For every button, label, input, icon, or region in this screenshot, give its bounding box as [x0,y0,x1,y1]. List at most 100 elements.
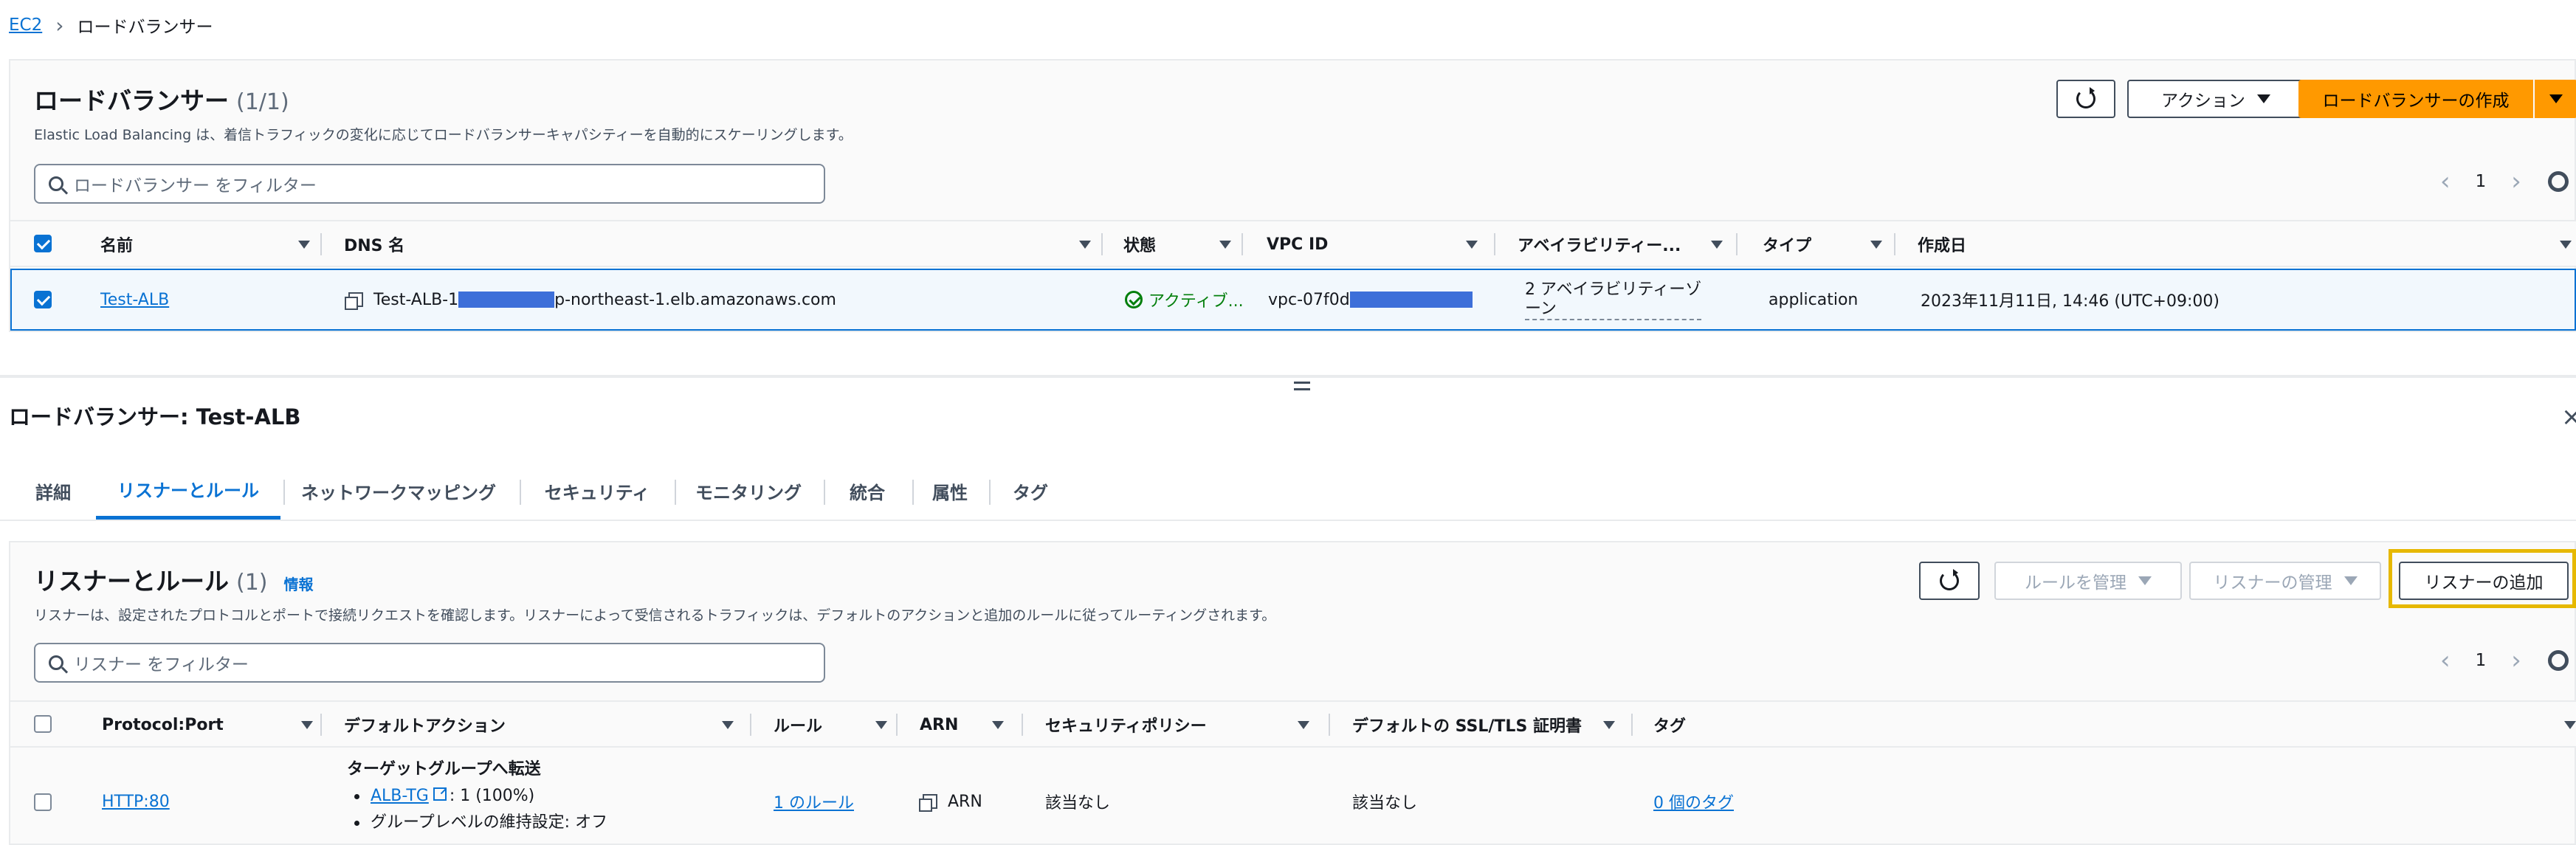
listener-link[interactable]: HTTP:80 [102,793,170,811]
next-page-icon[interactable]: › [2511,167,2521,196]
close-icon[interactable]: × [2561,402,2576,432]
sort-icon [1079,240,1091,249]
page-number[interactable]: 1 [2476,651,2487,670]
lb-description: Elastic Load Balancing は、着信トラフィックの変化に応じて… [34,127,853,143]
default-action-cell: ターゲットグループへ転送 ALB-TG: 1 (100%) グループレベルの維持… [347,756,607,836]
listeners-panel: リスナーとルール (1) 情報 リスナーは、設定されたプロトコルとポートで接続リ… [9,541,2576,845]
lb-table-header: 名前 DNS 名 状態 VPC ID アベイラビリティー... タイプ 作成日 [10,220,2576,267]
actions-label: アクション [2161,92,2245,111]
listeners-description: リスナーは、設定されたプロトコルとポートで接続リクエストを確認します。リスナーに… [34,607,1276,624]
col-name[interactable]: 名前 [100,221,310,267]
state-cell: アクティブ... [1125,270,1244,329]
col-state[interactable]: 状態 [1123,221,1231,267]
az-cell[interactable]: 2 アベイラビリティーゾ ーン [1525,280,1702,320]
tab-integrations[interactable]: 統合 [833,462,902,520]
next-page-icon[interactable]: › [2511,646,2521,675]
caret-down-icon [2343,576,2358,585]
actions-button[interactable]: アクション [2127,80,2304,118]
manage-listener-button[interactable]: リスナーの管理 [2189,562,2381,600]
vpc-cell: vpc-07f0d [1268,270,1473,329]
policy-cell: 該当なし [1045,794,1111,813]
target-group-link[interactable]: ALB-TG [371,787,429,805]
gear-icon[interactable] [2548,650,2569,671]
sort-icon [1711,240,1723,249]
split-panel-divider[interactable] [0,375,2576,378]
tab-tags[interactable]: タグ [1001,462,1060,520]
status-success-icon [1125,291,1143,308]
lb-filter-input[interactable]: ロードバランサー をフィルター [34,164,825,204]
col-type[interactable]: タイプ [1763,221,1882,267]
row-checkbox[interactable] [34,793,52,811]
drag-handle-icon[interactable] [1294,382,1310,390]
created-cell: 2023年11月11日, 14:46 (UTC+09:00) [1921,292,2219,311]
row-checkbox[interactable] [34,291,52,308]
search-icon [49,176,63,191]
sort-icon [301,720,313,729]
copy-icon[interactable] [919,794,937,812]
table-row: HTTP:80 ターゲットグループへ転送 ALB-TG: 1 (100%) グル… [10,749,2576,845]
sort-icon [1298,720,1309,729]
sort-icon [1466,240,1478,249]
detail-tabs: 詳細 リスナーとルール ネットワークマッピング セキュリティ モニタリング 統合… [0,462,2576,521]
info-link[interactable]: 情報 [284,573,314,594]
col-created[interactable]: 作成日 [1918,221,2572,267]
col-default-action[interactable]: デフォルトアクション [344,702,734,748]
lb-count: (1/1) [236,89,289,115]
prev-page-icon[interactable]: ‹ [2440,646,2451,675]
sort-icon [875,720,887,729]
load-balancers-panel: ロードバランサー (1/1) Elastic Load Balancing は、… [9,59,2576,332]
col-arn[interactable]: ARN [920,702,1004,748]
sort-icon [298,240,310,249]
copy-icon[interactable] [345,292,363,310]
col-certificate[interactable]: デフォルトの SSL/TLS 証明書 [1352,702,1615,748]
tab-monitoring[interactable]: モニタリング [685,462,812,520]
tab-network-mapping[interactable]: ネットワークマッピング [289,462,508,520]
listener-table-header: Protocol:Port デフォルトアクション ルール ARN セキュリティポ… [10,700,2576,748]
add-listener-highlight [2389,549,2576,608]
dns-cell: Test-ALB-1 p-northeast-1.elb.amazonaws.c… [345,270,836,329]
col-tags[interactable]: タグ [1653,702,2576,748]
sort-icon [992,720,1004,729]
sort-icon [2564,720,2576,729]
redaction-bar [458,292,555,308]
tab-attributes[interactable]: 属性 [921,462,979,520]
refresh-button[interactable] [2056,80,2115,118]
select-all-checkbox[interactable] [34,715,52,733]
refresh-icon [1940,569,1959,590]
tab-security[interactable]: セキュリティ [531,462,663,520]
tab-details[interactable]: 詳細 [22,462,84,520]
breadcrumb-ec2-link[interactable]: EC2 [9,15,42,35]
col-vpc[interactable]: VPC ID [1267,221,1478,267]
prev-page-icon[interactable]: ‹ [2440,167,2451,196]
refresh-button[interactable] [1919,562,1980,600]
create-load-balancer-button[interactable]: ロードバランサーの作成 [2298,80,2533,118]
tags-link[interactable]: 0 個のタグ [1653,790,1734,813]
arn-cell: ARN [919,783,982,820]
breadcrumb: EC2 › ロードバランサー [9,10,213,40]
table-row[interactable]: Test-ALB Test-ALB-1 p-northeast-1.elb.am… [10,269,2576,331]
select-all-checkbox[interactable] [34,235,52,252]
listener-pagination: ‹ 1 › [2440,646,2521,675]
col-security-policy[interactable]: セキュリティポリシー [1045,702,1309,748]
lb-name-link[interactable]: Test-ALB [100,291,169,309]
col-az[interactable]: アベイラビリティー... [1518,221,1723,267]
page-number[interactable]: 1 [2476,172,2487,191]
sort-icon [2560,240,2572,249]
manage-rules-button[interactable]: ルールを管理 [1994,562,2182,600]
col-dns[interactable]: DNS 名 [344,221,1091,267]
lb-title: ロードバランサー [34,86,229,115]
tab-listeners[interactable]: リスナーとルール [96,462,280,520]
listeners-title: リスナーとルール (1) 情報 [34,567,314,596]
lb-pagination: ‹ 1 › [2440,167,2521,196]
panel-title: ロードバランサー (1/1) [34,81,289,117]
gear-icon[interactable] [2548,171,2569,192]
listener-filter-input[interactable]: リスナー をフィルター [34,643,825,683]
col-rules[interactable]: ルール [774,702,887,748]
page: EC2 › ロードバランサー ロードバランサー (1/1) Elastic Lo… [0,0,2576,845]
create-dropdown-button[interactable] [2535,80,2576,118]
caret-down-icon [2138,576,2152,585]
sort-icon [722,720,734,729]
col-protocol[interactable]: Protocol:Port [102,702,313,748]
rules-link[interactable]: 1 のルール [774,790,854,813]
chevron-right-icon: › [55,13,64,38]
